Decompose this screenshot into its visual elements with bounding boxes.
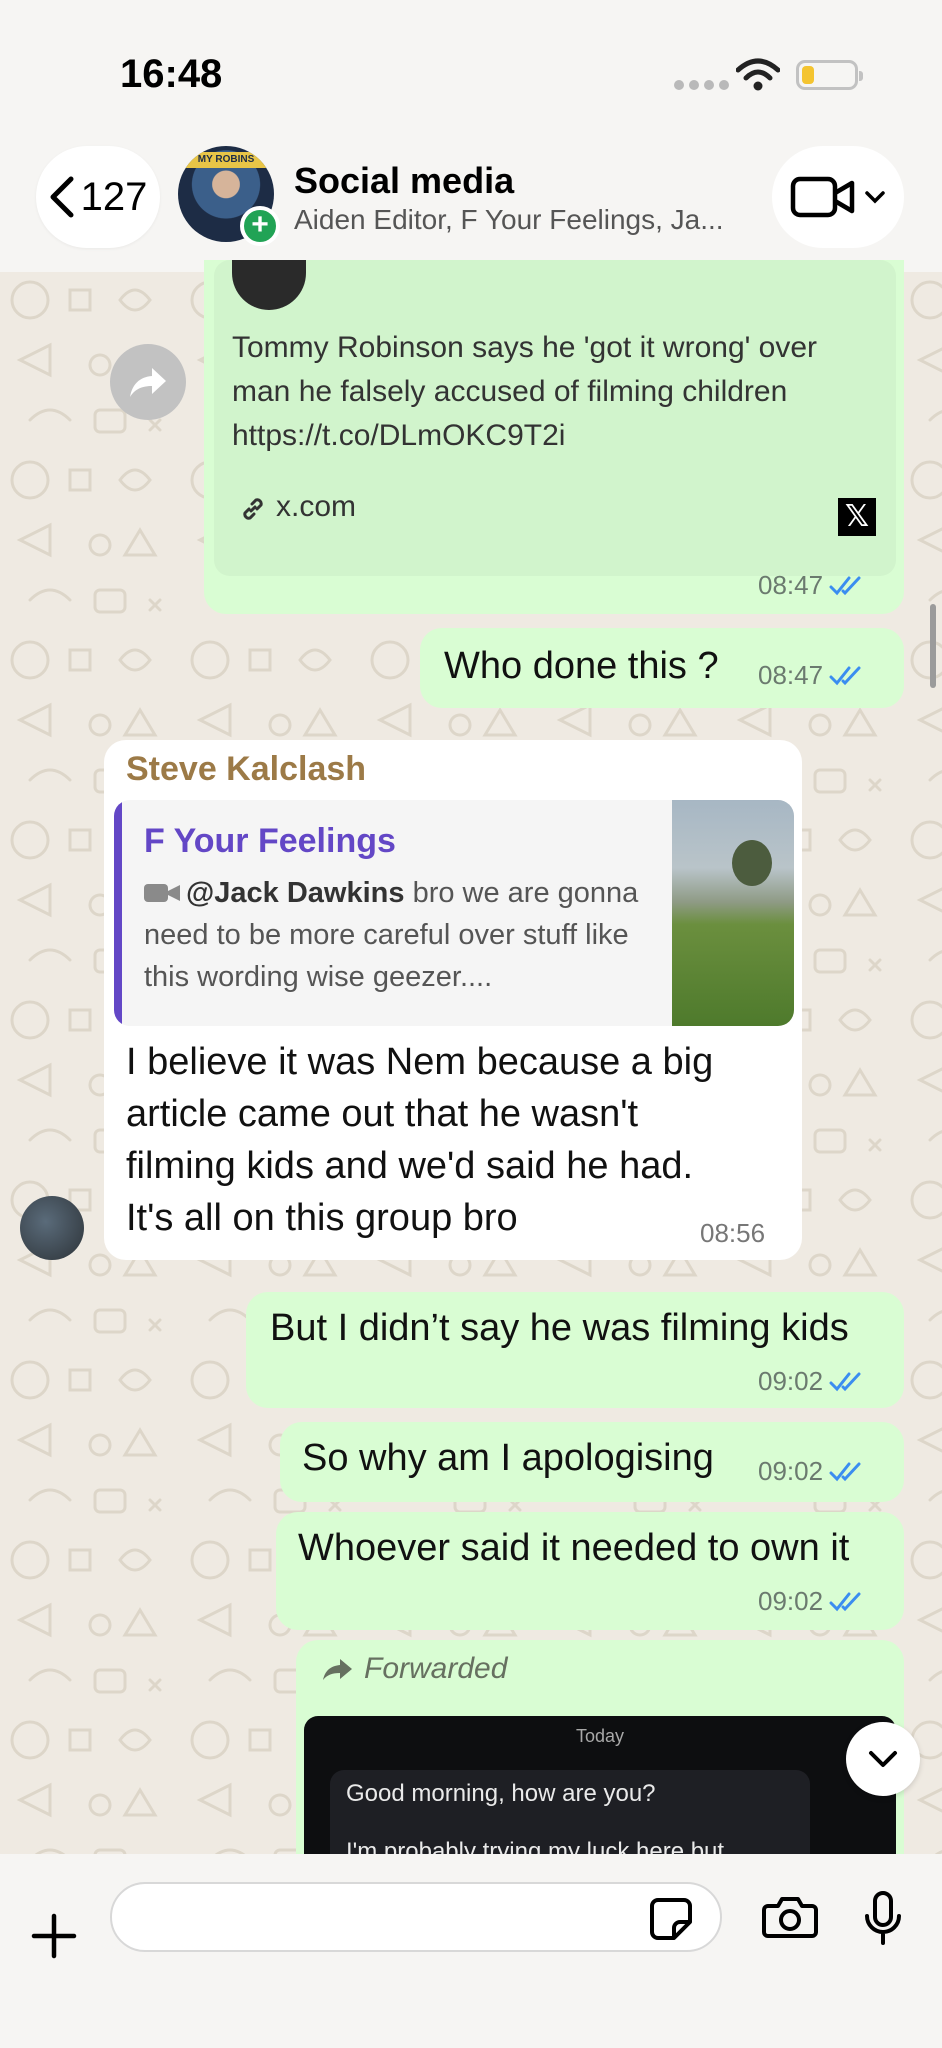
link-preview-card[interactable]: Tommy Robinson says he 'got it wrong' ov… [214, 260, 896, 576]
chevron-down-icon [869, 1751, 897, 1767]
video-call-button[interactable] [772, 146, 904, 248]
plus-icon[interactable] [30, 1912, 78, 1960]
avatar-banner-text: MY ROBINS [186, 152, 266, 168]
sticker-icon[interactable] [648, 1896, 694, 1942]
battery-icon [796, 60, 863, 90]
quoted-text: @Jack Dawkins bro we are gonna need to b… [144, 872, 664, 998]
timestamp-text: 08:47 [758, 570, 824, 600]
video-camera-icon [790, 176, 855, 218]
forwarded-icon [323, 1659, 352, 1680]
double-check-icon [829, 666, 861, 685]
message-text: So why am I apologising [302, 1437, 714, 1479]
chat-participants[interactable]: Aiden Editor, F Your Feelings, Ja... [294, 204, 724, 236]
status-bar: 16:48 [0, 0, 942, 130]
forwarded-label: Forwarded [322, 1652, 507, 1686]
message-timestamp: 09:02 [758, 1456, 867, 1487]
chat-title[interactable]: Social media [294, 160, 514, 202]
share-arrow-icon [130, 368, 166, 397]
timestamp-text: 08:47 [758, 660, 824, 690]
quoted-author: F Your Feelings [144, 822, 396, 860]
forward-button[interactable] [110, 344, 186, 420]
wifi-icon [736, 58, 780, 91]
link-preview-description: Tommy Robinson says he 'got it wrong' ov… [232, 331, 818, 452]
screenshot-day-label: Today [575, 1726, 625, 1746]
quoted-mention: @Jack Dawkins [186, 877, 405, 909]
chevron-down-icon [865, 191, 885, 204]
link-icon [243, 498, 263, 520]
cellular-signal-icon [674, 80, 729, 90]
x-logo-icon: 𝕏 [838, 498, 876, 536]
message-text: Whoever said it needed to own it [298, 1527, 850, 1569]
quoted-video-thumbnail [672, 800, 794, 1026]
status-time: 16:48 [120, 52, 223, 96]
timestamp-text: 09:02 [758, 1366, 824, 1396]
message-timestamp: 08:56 [700, 1218, 765, 1249]
video-camera-icon [144, 884, 180, 902]
forwarded-screenshot-image[interactable]: Today Good morning, how are you? I'm pro… [304, 1716, 896, 1876]
camera-icon[interactable] [762, 1894, 818, 1938]
back-button[interactable]: 127 [36, 146, 160, 248]
quote-accent-bar [114, 800, 122, 1026]
scrollbar[interactable] [930, 604, 936, 688]
add-participant-icon[interactable]: + [240, 206, 280, 246]
message-timestamp: 09:02 [758, 1586, 867, 1617]
timestamp-text: 09:02 [758, 1586, 824, 1616]
forwarded-text: Forwarded [364, 1652, 508, 1685]
message-input[interactable] [110, 1882, 722, 1952]
unread-count: 127 [80, 174, 148, 219]
chat-header: 127 MY ROBINS + Social media Aiden Edito… [0, 130, 942, 272]
sender-avatar[interactable] [20, 1196, 84, 1260]
quoted-message[interactable]: F Your Feelings @Jack Dawkins bro we are… [114, 800, 794, 1026]
link-preview-avatar [232, 260, 306, 310]
message-text: But I didn’t say he was filming kids [270, 1307, 849, 1349]
double-check-icon [829, 1462, 861, 1481]
message-text: Who done this ? [444, 645, 719, 687]
timestamp-text: 08:56 [700, 1218, 766, 1248]
microphone-icon[interactable] [862, 1890, 904, 1946]
message-timestamp: 08:47 [758, 570, 867, 601]
message-composer [0, 1854, 942, 2048]
chevron-left-icon [50, 176, 74, 218]
double-check-icon [829, 576, 861, 595]
screenshot-text-line: Good morning, how are you? [346, 1780, 656, 1807]
timestamp-text: 09:02 [758, 1456, 824, 1486]
message-text: I believe it was Nem because a big artic… [126, 1041, 714, 1239]
double-check-icon [829, 1372, 861, 1391]
double-check-icon [829, 1592, 861, 1611]
link-domain: x.com [276, 490, 357, 523]
message-timestamp: 08:47 [758, 660, 867, 691]
scroll-to-bottom-button[interactable] [846, 1722, 920, 1796]
sender-name[interactable]: Steve Kalclash [126, 750, 366, 789]
message-timestamp: 09:02 [758, 1366, 867, 1397]
